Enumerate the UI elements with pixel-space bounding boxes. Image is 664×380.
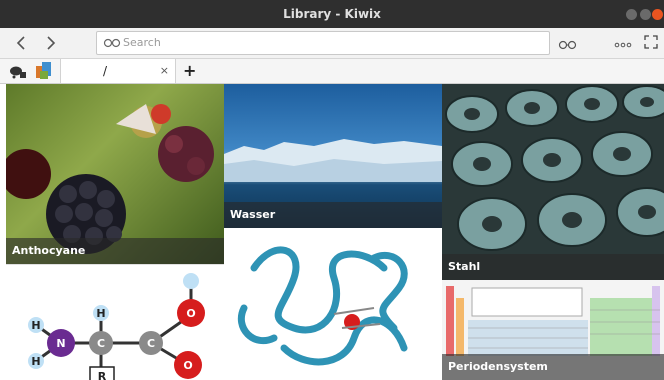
protein-ribbon-image (237, 246, 408, 366)
article-tile-amino-acid[interactable]: H H H N C C O O R (6, 264, 224, 380)
reading-glasses-icon (558, 40, 577, 50)
chevron-right-icon (47, 36, 56, 50)
window-title: Library - Kiwix (283, 7, 381, 21)
tile-caption: Anthocyane (6, 238, 224, 264)
minimize-button[interactable] (626, 9, 637, 20)
tab-label: / (103, 64, 108, 78)
chevron-left-icon (16, 36, 25, 50)
atom-label: C (147, 337, 155, 350)
tab-root[interactable]: / × (60, 59, 176, 83)
toolbar: Search (0, 28, 664, 59)
atom-label: H (96, 307, 105, 320)
article-tile-protein[interactable] (224, 228, 442, 380)
library-button[interactable] (9, 64, 27, 83)
close-tab-icon[interactable]: × (160, 59, 169, 83)
forward-button[interactable] (40, 32, 62, 54)
more-dots-icon (614, 42, 632, 48)
article-tile-stahl[interactable]: Stahl (442, 84, 664, 280)
atom-label: O (186, 307, 195, 320)
tile-caption: Periodensystem (442, 354, 664, 380)
article-tile-anthocyane[interactable]: Anthocyane (6, 84, 224, 264)
atom-label: H (31, 319, 40, 332)
reading-glasses-icon (103, 38, 121, 48)
article-tile-wasser[interactable]: Wasser (224, 84, 442, 228)
atom-label: C (97, 337, 105, 350)
molecule-diagram: H H H N C C O O R (28, 273, 205, 380)
steel-coils-image (445, 85, 664, 251)
article-tile-periodensystem[interactable]: Periodensystem (442, 280, 664, 380)
tile-caption: Wasser (224, 202, 442, 228)
fullscreen-button[interactable] (644, 34, 658, 53)
atom-label: R (98, 370, 107, 380)
back-button[interactable] (10, 32, 32, 54)
menu-button[interactable] (614, 36, 632, 55)
search-placeholder: Search (123, 36, 161, 49)
fullscreen-icon (644, 35, 658, 49)
close-window-button[interactable] (652, 9, 663, 20)
kiwix-logo-icon (36, 62, 52, 84)
tab-bar: / × + (0, 59, 664, 84)
tile-caption: Stahl (442, 254, 664, 280)
title-bar: Library - Kiwix (0, 0, 664, 28)
library-icon (10, 66, 26, 79)
atom-label: N (56, 337, 65, 350)
library-content: Anthocyane Wasser Stahl H H H N C C O O … (6, 84, 664, 380)
atom-label: O (183, 359, 192, 372)
reading-list-button[interactable] (558, 36, 578, 55)
atom-label: H (31, 355, 40, 368)
blackberry-image (6, 104, 214, 254)
search-input[interactable]: Search (96, 31, 550, 55)
maximize-button[interactable] (640, 9, 651, 20)
new-tab-button[interactable]: + (183, 59, 196, 83)
